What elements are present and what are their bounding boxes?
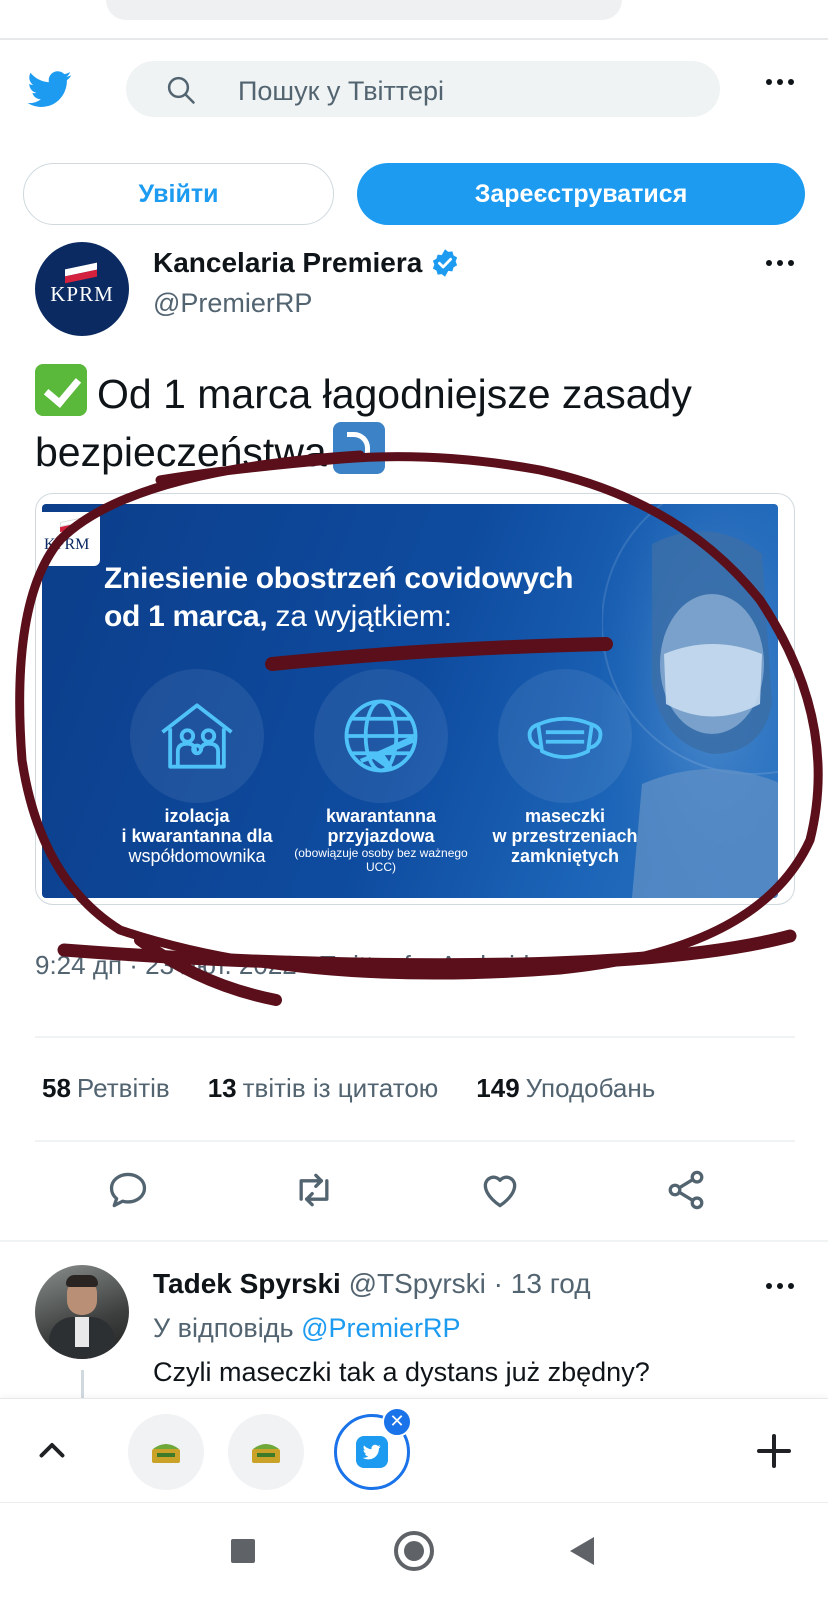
twitter-header: Пошук у Твіттері [0, 55, 828, 125]
search-input[interactable]: Пошук у Твіттері [126, 61, 720, 117]
media-infographic: KPRM Zniesienie obostrzeń covidowych od … [42, 504, 778, 898]
reply-author-avatar[interactable] [35, 1265, 129, 1359]
divider [35, 1036, 795, 1038]
media-headline: Zniesienie obostrzeń covidowych od 1 mar… [104, 562, 574, 633]
reply-to-link[interactable]: @PremierRP [301, 1313, 460, 1343]
tweet-media-image[interactable]: KPRM Zniesienie obostrzeń covidowych od … [35, 493, 795, 905]
divider [0, 1240, 828, 1242]
close-tab-icon[interactable]: ✕ [382, 1407, 412, 1437]
tweet-text: Od 1 marca łagodniejsze zasady bezpiecze… [35, 364, 805, 480]
search-placeholder: Пошук у Твіттері [238, 76, 445, 106]
browser-tab-bar: ✕ [0, 1398, 828, 1502]
twitter-bird-icon[interactable] [24, 67, 76, 111]
arrow-down-emoji-icon [332, 422, 385, 474]
reply-more-icon[interactable] [766, 1283, 794, 1289]
share-icon[interactable] [664, 1168, 708, 1212]
reply-text: Czyli maseczki tak a dystans już zbędny? [153, 1357, 650, 1387]
caption-masks: maseczki w przestrzeniach zamkniętych [492, 806, 638, 866]
android-nav-bar [0, 1502, 828, 1600]
check-mark-emoji-icon [35, 364, 87, 416]
reply-icon[interactable] [106, 1168, 150, 1212]
signup-button[interactable]: Зареєструватися [357, 163, 805, 225]
chevron-up-icon[interactable] [34, 1433, 70, 1469]
face-mask-icon [527, 716, 603, 759]
divider [35, 1140, 795, 1142]
header-more-icon[interactable] [766, 79, 794, 85]
tweet-more-icon[interactable] [766, 260, 794, 266]
plus-icon[interactable] [754, 1431, 794, 1471]
twitter-tab-icon [356, 1436, 388, 1468]
tab-2[interactable] [228, 1414, 304, 1490]
media-kprm-logo: KPRM [42, 512, 100, 566]
caption-quarantine: kwarantanna przyjazdowa (obowiązuje osob… [294, 806, 468, 874]
retweet-icon[interactable] [292, 1168, 336, 1212]
top-divider [0, 38, 828, 40]
search-icon [167, 76, 195, 104]
like-heart-icon[interactable] [478, 1168, 522, 1212]
home-circle-icon[interactable] [394, 1531, 434, 1571]
author-avatar[interactable]: KPRM [35, 242, 129, 336]
globe-plane-icon [344, 699, 418, 773]
tweet-stats: 58 Ретвітів 13 твітів із цитатою 149 Уподоб… [42, 1073, 693, 1104]
browser-address-pill[interactable] [106, 0, 622, 20]
retweets-stat[interactable]: 58 Ретвітів [42, 1073, 170, 1104]
author-name[interactable]: Kancelaria Premiera [153, 247, 460, 279]
reply-to-line: У відповідь @PremierRP [153, 1313, 461, 1343]
login-button[interactable]: Увійти [23, 163, 334, 225]
author-handle[interactable]: @PremierRP [153, 288, 312, 319]
house-family-icon [161, 703, 233, 769]
verified-badge-icon [433, 249, 458, 277]
avatar-logo-text: KPRM [50, 282, 114, 306]
tweet-timestamp[interactable]: 9:24 дп · 23 лют. 2022 · Twitter for And… [35, 950, 529, 981]
tab-1[interactable] [128, 1414, 204, 1490]
likes-stat[interactable]: 149 Уподобань [476, 1073, 655, 1104]
quotes-stat[interactable]: 13 твітів із цитатою [208, 1073, 439, 1104]
tab-favicon-icon [252, 1444, 280, 1463]
reply-author[interactable]: Tadek Spyrski @TSpyrski · 13 год [153, 1268, 591, 1300]
tab-favicon-icon [152, 1444, 180, 1463]
caption-isolation: izolacja i kwarantanna dla współdomownik… [121, 806, 273, 866]
recents-square-icon[interactable] [231, 1539, 255, 1563]
back-triangle-icon[interactable] [570, 1537, 594, 1565]
